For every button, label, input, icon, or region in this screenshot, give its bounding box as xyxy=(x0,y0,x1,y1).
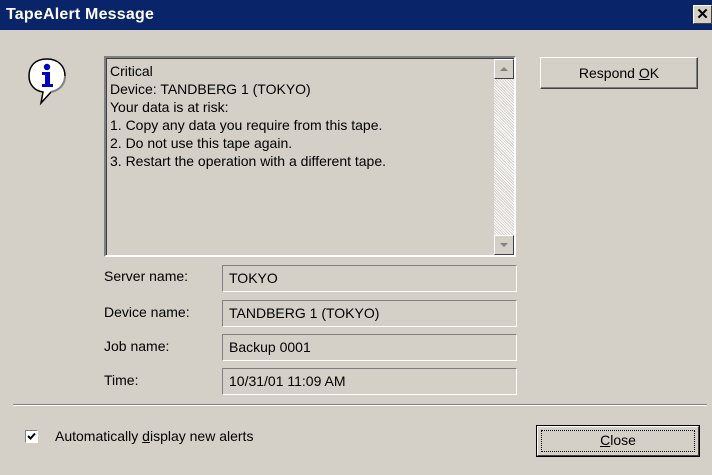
server-name-field: TOKYO xyxy=(222,265,517,292)
scroll-up-arrow-icon xyxy=(500,67,508,71)
message-line: Your data is at risk: xyxy=(110,99,229,115)
scroll-down-button[interactable] xyxy=(494,235,514,255)
close-window-button[interactable]: ✕ xyxy=(693,5,712,24)
checkmark-icon xyxy=(27,432,36,440)
respond-ok-button[interactable]: Respond OK xyxy=(540,57,698,89)
device-name-value: TANDBERG 1 (TOKYO) xyxy=(229,305,380,321)
time-field: 10/31/01 11:09 AM xyxy=(222,368,517,395)
title-bar: TapeAlert Message ✕ xyxy=(0,0,712,30)
job-name-value: Backup 0001 xyxy=(229,339,311,355)
tapealert-dialog: TapeAlert Message ✕ Critical Device: TAN… xyxy=(0,0,712,475)
device-name-field: TANDBERG 1 (TOKYO) xyxy=(222,300,517,327)
message-line: 2. Do not use this tape again. xyxy=(110,135,293,151)
device-name-label: Device name: xyxy=(104,304,190,320)
message-line: 3. Restart the operation with a differen… xyxy=(110,153,387,169)
time-label: Time: xyxy=(104,372,139,388)
close-button-label: Close xyxy=(600,432,636,448)
scroll-down-arrow-icon xyxy=(500,243,508,247)
message-line: 1. Copy any data you require from this t… xyxy=(110,117,383,133)
separator xyxy=(13,404,707,406)
job-name-field: Backup 0001 xyxy=(222,334,517,361)
auto-display-checkbox[interactable] xyxy=(25,430,38,443)
window-title: TapeAlert Message xyxy=(6,6,155,23)
server-name-value: TOKYO xyxy=(229,270,278,286)
server-name-label: Server name: xyxy=(104,268,189,284)
close-button[interactable]: Close xyxy=(536,425,700,457)
message-line: Critical xyxy=(110,63,153,79)
close-icon: ✕ xyxy=(696,6,709,23)
time-value: 10/31/01 11:09 AM xyxy=(229,373,346,389)
alert-message-box[interactable]: Critical Device: TANDBERG 1 (TOKYO) Your… xyxy=(104,56,516,257)
info-icon xyxy=(27,57,67,107)
job-name-label: Job name: xyxy=(104,338,170,354)
respond-ok-label: Respond OK xyxy=(578,65,660,81)
scroll-up-button[interactable] xyxy=(494,59,514,79)
auto-display-label[interactable]: Automatically display new alerts xyxy=(55,428,253,444)
message-scrollbar[interactable] xyxy=(494,59,514,255)
alert-message-text: Critical Device: TANDBERG 1 (TOKYO) Your… xyxy=(110,62,386,170)
message-line: Device: TANDBERG 1 (TOKYO) xyxy=(110,81,311,97)
